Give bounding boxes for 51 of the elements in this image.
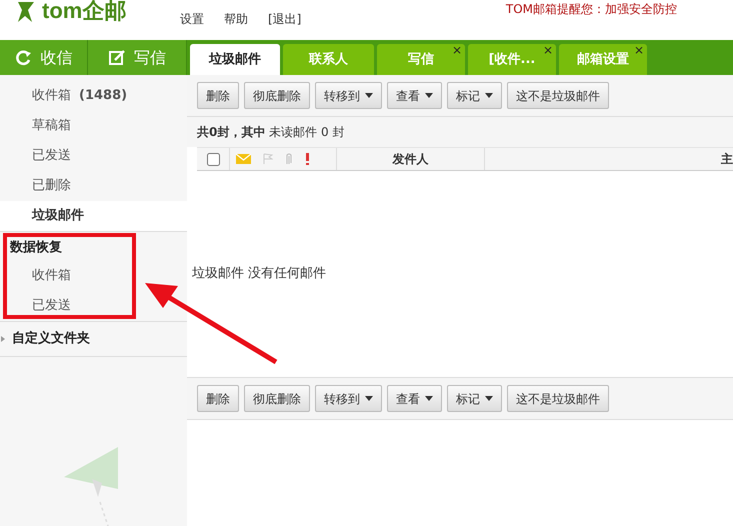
select-all-checkbox[interactable] bbox=[206, 152, 220, 166]
notice-text: TOM邮箱提醒您：加强安全防控 bbox=[506, 1, 677, 18]
flag-icon bbox=[263, 153, 273, 165]
folder-item[interactable]: 已发送 bbox=[0, 291, 187, 321]
paper-plane-icon bbox=[62, 447, 120, 499]
tab[interactable]: 垃圾邮件 bbox=[190, 44, 280, 75]
header-link[interactable]: [退出] bbox=[268, 10, 302, 28]
folder-item[interactable]: 已发送 bbox=[0, 141, 187, 171]
close-icon[interactable]: × bbox=[634, 44, 644, 56]
envelope-icon bbox=[236, 154, 251, 164]
close-icon[interactable]: × bbox=[542, 44, 553, 56]
dropdown-button[interactable]: 标记 bbox=[447, 385, 502, 412]
column-header[interactable]: 发件人 bbox=[392, 150, 428, 168]
unread-count: (1488) bbox=[79, 87, 128, 106]
header-link[interactable]: 帮助 bbox=[224, 10, 248, 28]
dropdown-button[interactable]: 转移到 bbox=[315, 82, 382, 109]
caret-icon bbox=[425, 93, 433, 98]
folder-item[interactable]: 收件箱 bbox=[0, 261, 187, 291]
tab[interactable]: [收件... × bbox=[468, 44, 556, 75]
toolbar-button[interactable]: 彻底删除 bbox=[244, 82, 310, 109]
toolbar-button[interactable]: 删除 bbox=[197, 82, 239, 109]
caret-icon bbox=[485, 396, 493, 401]
priority-icon bbox=[305, 153, 310, 165]
dropdown-button[interactable]: 查看 bbox=[387, 385, 442, 412]
header-link[interactable]: 设置 bbox=[180, 10, 204, 28]
section-title[interactable]: 自定义文件夹 bbox=[12, 329, 90, 349]
edit-icon bbox=[108, 48, 126, 66]
caret-icon bbox=[485, 93, 493, 98]
section-title[interactable]: 数据恢复 bbox=[10, 238, 62, 258]
dropdown-button[interactable]: 标记 bbox=[447, 82, 502, 109]
toolbar-button[interactable]: 删除 bbox=[197, 385, 239, 412]
paperclip-icon bbox=[285, 153, 293, 165]
dropdown-button[interactable]: 转移到 bbox=[315, 385, 382, 412]
folder-item[interactable]: 收件箱 (1488) bbox=[0, 81, 187, 111]
toolbar-button[interactable]: 这不是垃圾邮件 bbox=[507, 82, 609, 109]
empty-message: 垃圾邮件 没有任何邮件 bbox=[192, 265, 326, 284]
caret-icon bbox=[365, 396, 373, 401]
folder-item[interactable]: 草稿箱 bbox=[0, 111, 187, 141]
refresh-icon bbox=[14, 48, 32, 66]
column-header[interactable]: 主 bbox=[721, 150, 733, 168]
folder-item[interactable]: 垃圾邮件 bbox=[0, 201, 187, 231]
dropdown-button[interactable]: 查看 bbox=[387, 82, 442, 109]
toolbar-button[interactable]: 这不是垃圾邮件 bbox=[507, 385, 609, 412]
tab[interactable]: 写信 × bbox=[377, 44, 465, 75]
caret-icon bbox=[425, 396, 433, 401]
close-icon[interactable]: × bbox=[452, 44, 462, 56]
folder-item[interactable]: 已删除 bbox=[0, 171, 187, 201]
caret-icon bbox=[365, 93, 373, 98]
toolbar-button[interactable]: 彻底删除 bbox=[244, 385, 310, 412]
tab[interactable]: 邮箱设置 × bbox=[559, 44, 647, 75]
summary-text: 共0封，其中 未读邮件 0 封 bbox=[187, 117, 733, 147]
